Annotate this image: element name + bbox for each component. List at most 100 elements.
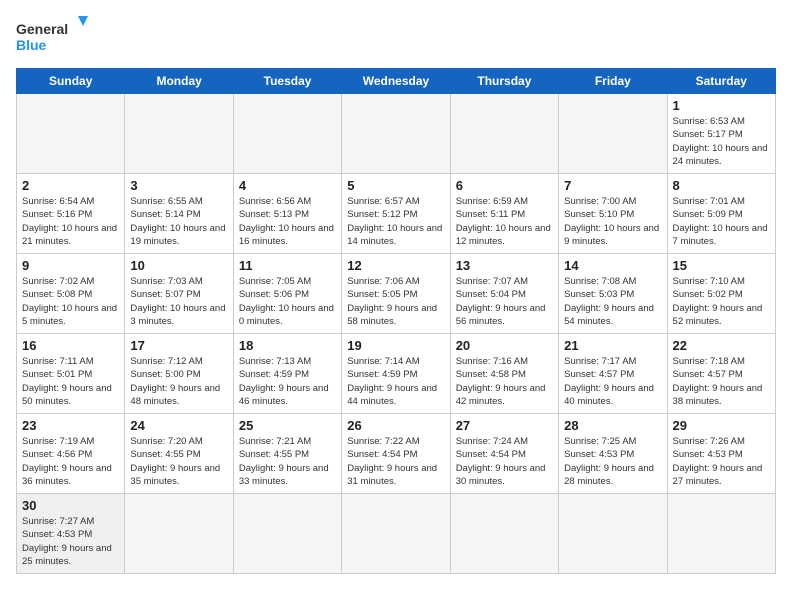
calendar-cell: 9Sunrise: 7:02 AM Sunset: 5:08 PM Daylig… [17,254,125,334]
calendar-cell: 18 Sunrise: 7:13 AM Sunset: 4:59 PM Dayli… [233,334,341,414]
calendar-cell: 30Sunrise: 7:27 AM Sunset: 4:53 PM Dayli… [17,494,125,574]
day-info: Sunrise: 6:57 AM Sunset: 5:12 PM Dayligh… [347,195,444,248]
day-number: 10 [130,258,227,273]
day-info: Sunrise: 7:18 AM Sunset: 4:57 PM Dayligh… [673,355,770,408]
day-number: 2 [22,178,119,193]
col-header-friday: Friday [559,69,667,94]
day-info: Sunrise: 6:55 AM Sunset: 5:14 PM Dayligh… [130,195,227,248]
day-number: 6 [456,178,553,193]
day-number: 26 [347,418,444,433]
day-number: 24 [130,418,227,433]
calendar-cell: 17 Sunrise: 7:12 AM Sunset: 5:00 PM Dayli… [125,334,233,414]
calendar-cell: 23Sunrise: 7:19 AM Sunset: 4:56 PM Dayli… [17,414,125,494]
day-info: Sunrise: 7:03 AM Sunset: 5:07 PM Dayligh… [130,275,227,328]
calendar-week-4: 16 Sunrise: 7:11 AM Sunset: 5:01 PM Dayli… [17,334,776,414]
calendar-cell [125,94,233,174]
calendar-cell: 8 Sunrise: 7:01 AM Sunset: 5:09 PM Daylig… [667,174,775,254]
calendar-cell: 7 Sunrise: 7:00 AM Sunset: 5:10 PM Daylig… [559,174,667,254]
day-info: Sunrise: 7:06 AM Sunset: 5:05 PM Dayligh… [347,275,444,328]
calendar-cell: 4Sunrise: 6:56 AM Sunset: 5:13 PM Daylig… [233,174,341,254]
day-info: Sunrise: 7:07 AM Sunset: 5:04 PM Dayligh… [456,275,553,328]
day-number: 18 [239,338,336,353]
calendar-cell [233,94,341,174]
day-info: Sunrise: 7:14 AM Sunset: 4:59 PM Dayligh… [347,355,444,408]
day-info: Sunrise: 7:12 AM Sunset: 5:00 PM Dayligh… [130,355,227,408]
day-number: 1 [673,98,770,113]
day-number: 11 [239,258,336,273]
day-number: 22 [673,338,770,353]
day-info: Sunrise: 7:16 AM Sunset: 4:58 PM Dayligh… [456,355,553,408]
calendar-table: SundayMondayTuesdayWednesdayThursdayFrid… [16,68,776,574]
calendar-cell [125,494,233,574]
day-info: Sunrise: 7:21 AM Sunset: 4:55 PM Dayligh… [239,435,336,488]
calendar-week-1: 1Sunrise: 6:53 AM Sunset: 5:17 PM Daylig… [17,94,776,174]
calendar-cell: 24 Sunrise: 7:20 AM Sunset: 4:55 PM Dayli… [125,414,233,494]
calendar-cell [559,94,667,174]
calendar-cell: 14 Sunrise: 7:08 AM Sunset: 5:03 PM Dayli… [559,254,667,334]
calendar-cell [342,494,450,574]
calendar-cell: 19 Sunrise: 7:14 AM Sunset: 4:59 PM Dayli… [342,334,450,414]
day-info: Sunrise: 6:54 AM Sunset: 5:16 PM Dayligh… [22,195,119,248]
day-number: 3 [130,178,227,193]
day-info: Sunrise: 7:20 AM Sunset: 4:55 PM Dayligh… [130,435,227,488]
day-number: 19 [347,338,444,353]
calendar-week-6: 30Sunrise: 7:27 AM Sunset: 4:53 PM Dayli… [17,494,776,574]
calendar-cell: 25 Sunrise: 7:21 AM Sunset: 4:55 PM Dayli… [233,414,341,494]
day-info: Sunrise: 7:17 AM Sunset: 4:57 PM Dayligh… [564,355,661,408]
day-number: 28 [564,418,661,433]
day-number: 4 [239,178,336,193]
day-number: 12 [347,258,444,273]
calendar-cell [559,494,667,574]
calendar-cell: 22 Sunrise: 7:18 AM Sunset: 4:57 PM Dayli… [667,334,775,414]
day-number: 20 [456,338,553,353]
calendar-cell: 3 Sunrise: 6:55 AM Sunset: 5:14 PM Daylig… [125,174,233,254]
day-info: Sunrise: 7:26 AM Sunset: 4:53 PM Dayligh… [673,435,770,488]
calendar-cell: 27 Sunrise: 7:24 AM Sunset: 4:54 PM Dayli… [450,414,558,494]
calendar-cell: 10 Sunrise: 7:03 AM Sunset: 5:07 PM Dayli… [125,254,233,334]
page-header: GeneralBlue [16,16,776,56]
calendar-cell [450,494,558,574]
day-info: Sunrise: 7:08 AM Sunset: 5:03 PM Dayligh… [564,275,661,328]
calendar-cell [233,494,341,574]
calendar-cell: 20 Sunrise: 7:16 AM Sunset: 4:58 PM Dayli… [450,334,558,414]
calendar-week-2: 2 Sunrise: 6:54 AM Sunset: 5:16 PM Daylig… [17,174,776,254]
calendar-cell: 26Sunrise: 7:22 AM Sunset: 4:54 PM Dayli… [342,414,450,494]
day-number: 27 [456,418,553,433]
day-info: Sunrise: 7:11 AM Sunset: 5:01 PM Dayligh… [22,355,119,408]
day-number: 8 [673,178,770,193]
svg-text:General: General [16,21,68,37]
day-number: 21 [564,338,661,353]
day-number: 29 [673,418,770,433]
calendar-cell: 28Sunrise: 7:25 AM Sunset: 4:53 PM Dayli… [559,414,667,494]
day-number: 9 [22,258,119,273]
col-header-wednesday: Wednesday [342,69,450,94]
calendar-cell: 16 Sunrise: 7:11 AM Sunset: 5:01 PM Dayli… [17,334,125,414]
calendar-cell: 13Sunrise: 7:07 AM Sunset: 5:04 PM Dayli… [450,254,558,334]
day-number: 16 [22,338,119,353]
day-number: 17 [130,338,227,353]
day-number: 15 [673,258,770,273]
day-info: Sunrise: 7:01 AM Sunset: 5:09 PM Dayligh… [673,195,770,248]
calendar-week-5: 23Sunrise: 7:19 AM Sunset: 4:56 PM Dayli… [17,414,776,494]
day-number: 7 [564,178,661,193]
calendar-cell: 5 Sunrise: 6:57 AM Sunset: 5:12 PM Daylig… [342,174,450,254]
logo-icon: GeneralBlue [16,16,96,56]
col-header-thursday: Thursday [450,69,558,94]
day-info: Sunrise: 7:05 AM Sunset: 5:06 PM Dayligh… [239,275,336,328]
col-header-saturday: Saturday [667,69,775,94]
day-info: Sunrise: 7:27 AM Sunset: 4:53 PM Dayligh… [22,515,119,568]
calendar-cell: 21 Sunrise: 7:17 AM Sunset: 4:57 PM Dayli… [559,334,667,414]
day-info: Sunrise: 7:00 AM Sunset: 5:10 PM Dayligh… [564,195,661,248]
calendar-cell [342,94,450,174]
calendar-week-3: 9Sunrise: 7:02 AM Sunset: 5:08 PM Daylig… [17,254,776,334]
col-header-tuesday: Tuesday [233,69,341,94]
day-number: 5 [347,178,444,193]
day-info: Sunrise: 7:24 AM Sunset: 4:54 PM Dayligh… [456,435,553,488]
day-number: 14 [564,258,661,273]
day-info: Sunrise: 7:13 AM Sunset: 4:59 PM Dayligh… [239,355,336,408]
calendar-cell [17,94,125,174]
col-header-sunday: Sunday [17,69,125,94]
calendar-cell: 11 Sunrise: 7:05 AM Sunset: 5:06 PM Dayli… [233,254,341,334]
svg-text:Blue: Blue [16,37,47,53]
day-number: 25 [239,418,336,433]
